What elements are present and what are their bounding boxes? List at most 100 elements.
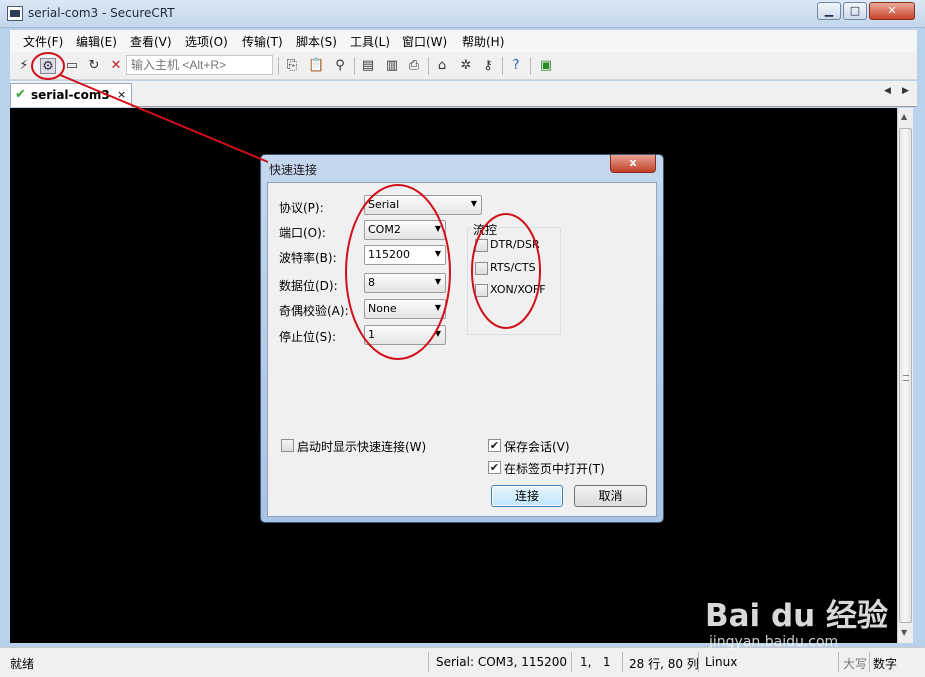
chevron-down-icon: ▼ bbox=[434, 249, 441, 258]
menu-options[interactable]: 选项(O) bbox=[185, 33, 228, 50]
port-label: 端口(O): bbox=[279, 226, 326, 240]
open-in-tab-checkbox[interactable]: ✔ bbox=[488, 461, 501, 474]
tab-serial-com3[interactable]: ✔ serial-com3 × bbox=[10, 83, 132, 107]
menu-help[interactable]: 帮助(H) bbox=[462, 33, 504, 50]
toolbar-separator bbox=[354, 57, 355, 75]
cancel-button[interactable]: 取消 bbox=[574, 485, 647, 507]
stopbits-value: 1 bbox=[368, 328, 375, 341]
title-bar: serial-com3 - SecureCRT ▁ □ ✕ bbox=[0, 0, 925, 28]
status-separator bbox=[698, 652, 699, 672]
window-title: serial-com3 - SecureCRT bbox=[28, 6, 175, 20]
toolbar: ⚡ ⚙ ▭ ↻ ✕ ⎘ 📋 ⚲ ▤ ▥ ⎙ ⌂ ✲ ⚷ ? ▣ bbox=[10, 52, 917, 80]
connect-button[interactable]: 连接 bbox=[491, 485, 563, 507]
tab-scroll-left-icon[interactable]: ◀ bbox=[884, 86, 891, 96]
watermark-logo: Bai du 经验 bbox=[705, 598, 889, 634]
menu-transfer[interactable]: 传输(T) bbox=[242, 33, 283, 50]
dialog-body: 协议(P): Serial ▼ 端口(O): COM2 ▼ 波特率(B): 1152… bbox=[267, 182, 657, 517]
port-select[interactable]: COM2 ▼ bbox=[364, 220, 446, 240]
parity-label: 奇偶校验(A): bbox=[279, 304, 349, 318]
menu-tools[interactable]: 工具(L) bbox=[350, 33, 390, 50]
menu-file[interactable]: 文件(F) bbox=[23, 33, 63, 50]
menu-edit[interactable]: 编辑(E) bbox=[76, 33, 117, 50]
keymap-icon[interactable]: ⚷ bbox=[480, 58, 496, 74]
status-cursor: 1, 1 bbox=[580, 655, 611, 669]
save-session-label: 保存会话(V) bbox=[504, 440, 570, 454]
dtr-dsr-label: DTR/DSR bbox=[490, 238, 540, 251]
print-screen-icon[interactable]: ▤ bbox=[360, 58, 376, 74]
protocol-select[interactable]: Serial ▼ bbox=[364, 195, 482, 215]
baud-value: 115200 bbox=[368, 248, 410, 261]
status-size: 28 行, 80 列 bbox=[629, 657, 699, 671]
minimize-button[interactable]: ▁ bbox=[817, 2, 841, 20]
print-selection-icon[interactable]: ▥ bbox=[384, 58, 400, 74]
menu-view[interactable]: 查看(V) bbox=[130, 33, 172, 50]
scroll-thumb[interactable] bbox=[899, 128, 912, 623]
flow-control-title: 流控 bbox=[471, 221, 500, 238]
global-options-icon[interactable]: ✲ bbox=[458, 58, 474, 74]
maximize-button[interactable]: □ bbox=[843, 2, 867, 20]
chevron-down-icon: ▼ bbox=[434, 303, 441, 312]
quick-connect-icon[interactable]: ⚙ bbox=[40, 58, 56, 74]
scroll-up-icon[interactable]: ▲ bbox=[901, 112, 907, 121]
quick-connect-dialog: 快速连接 x 协议(P): Serial ▼ 端口(O): COM2 ▼ 波特率(B… bbox=[260, 154, 664, 523]
toolbar-separator bbox=[278, 57, 279, 75]
watermark-url: jingyan.baidu.com bbox=[709, 634, 839, 650]
copy-icon[interactable]: ⎘ bbox=[284, 58, 300, 74]
status-separator bbox=[428, 652, 429, 672]
status-connection: Serial: COM3, 115200 bbox=[436, 655, 568, 669]
host-input[interactable] bbox=[126, 55, 273, 75]
disconnect-icon[interactable]: ✕ bbox=[108, 58, 124, 74]
menu-window[interactable]: 窗口(W) bbox=[402, 33, 447, 50]
dtr-dsr-checkbox[interactable] bbox=[475, 239, 488, 252]
status-separator bbox=[571, 652, 572, 672]
sftp-icon[interactable]: ▣ bbox=[538, 58, 554, 74]
chevron-down-icon: ▼ bbox=[434, 329, 441, 338]
baud-select[interactable]: 115200 ▼ bbox=[364, 245, 446, 265]
connect-icon[interactable]: ⚡ bbox=[16, 58, 32, 74]
reconnect-icon[interactable]: ↻ bbox=[86, 58, 102, 74]
show-on-start-checkbox[interactable] bbox=[281, 439, 294, 452]
close-button[interactable]: ✕ bbox=[869, 2, 915, 20]
dialog-close-button[interactable]: x bbox=[610, 155, 656, 173]
chevron-down-icon: ▼ bbox=[470, 199, 477, 208]
stopbits-label: 停止位(S): bbox=[279, 330, 337, 344]
open-in-tab-label: 在标签页中打开(T) bbox=[504, 462, 605, 476]
databits-value: 8 bbox=[368, 276, 375, 289]
app-icon bbox=[7, 6, 23, 21]
connect-in-tab-icon[interactable]: ▭ bbox=[64, 58, 80, 74]
toolbar-separator bbox=[530, 57, 531, 75]
print-icon[interactable]: ⎙ bbox=[406, 58, 422, 74]
tab-bar: ✔ serial-com3 × ◀ ▶ bbox=[10, 81, 917, 107]
port-value: COM2 bbox=[368, 223, 401, 236]
terminal-scrollbar[interactable]: ▲ ▼ bbox=[897, 108, 913, 643]
baidu-watermark: Bai du 经验 jingyan.baidu.com bbox=[705, 590, 905, 660]
stopbits-select[interactable]: 1 ▼ bbox=[364, 325, 446, 345]
tab-scroll-right-icon[interactable]: ▶ bbox=[902, 86, 909, 96]
databits-select[interactable]: 8 ▼ bbox=[364, 273, 446, 293]
session-options-icon[interactable]: ⌂ bbox=[434, 58, 450, 74]
protocol-label: 协议(P): bbox=[279, 201, 324, 215]
xon-xoff-checkbox[interactable] bbox=[475, 284, 488, 297]
tab-close-icon[interactable]: × bbox=[117, 88, 126, 101]
help-icon[interactable]: ? bbox=[508, 58, 524, 74]
paste-icon[interactable]: 📋 bbox=[308, 58, 324, 74]
rts-cts-checkbox[interactable] bbox=[475, 262, 488, 275]
save-session-checkbox[interactable]: ✔ bbox=[488, 439, 501, 452]
show-on-start-label: 启动时显示快速连接(W) bbox=[297, 440, 427, 454]
chevron-down-icon: ▼ bbox=[434, 224, 441, 233]
parity-select[interactable]: None ▼ bbox=[364, 299, 446, 319]
toolbar-separator bbox=[428, 57, 429, 75]
status-separator bbox=[622, 652, 623, 672]
connected-check-icon: ✔ bbox=[15, 87, 26, 102]
menu-bar: 文件(F) 编辑(E) 查看(V) 选项(O) 传输(T) 脚本(S) 工具(L… bbox=[10, 30, 917, 52]
dialog-title: 快速连接 bbox=[269, 163, 318, 177]
baud-label: 波特率(B): bbox=[279, 251, 337, 265]
find-icon[interactable]: ⚲ bbox=[332, 58, 348, 74]
tab-label: serial-com3 bbox=[31, 88, 110, 102]
chevron-down-icon: ▼ bbox=[434, 277, 441, 286]
parity-value: None bbox=[368, 302, 397, 315]
databits-label: 数据位(D): bbox=[279, 279, 338, 293]
menu-script[interactable]: 脚本(S) bbox=[296, 33, 337, 50]
status-ready: 就绪 bbox=[10, 657, 35, 671]
protocol-value: Serial bbox=[368, 198, 400, 211]
